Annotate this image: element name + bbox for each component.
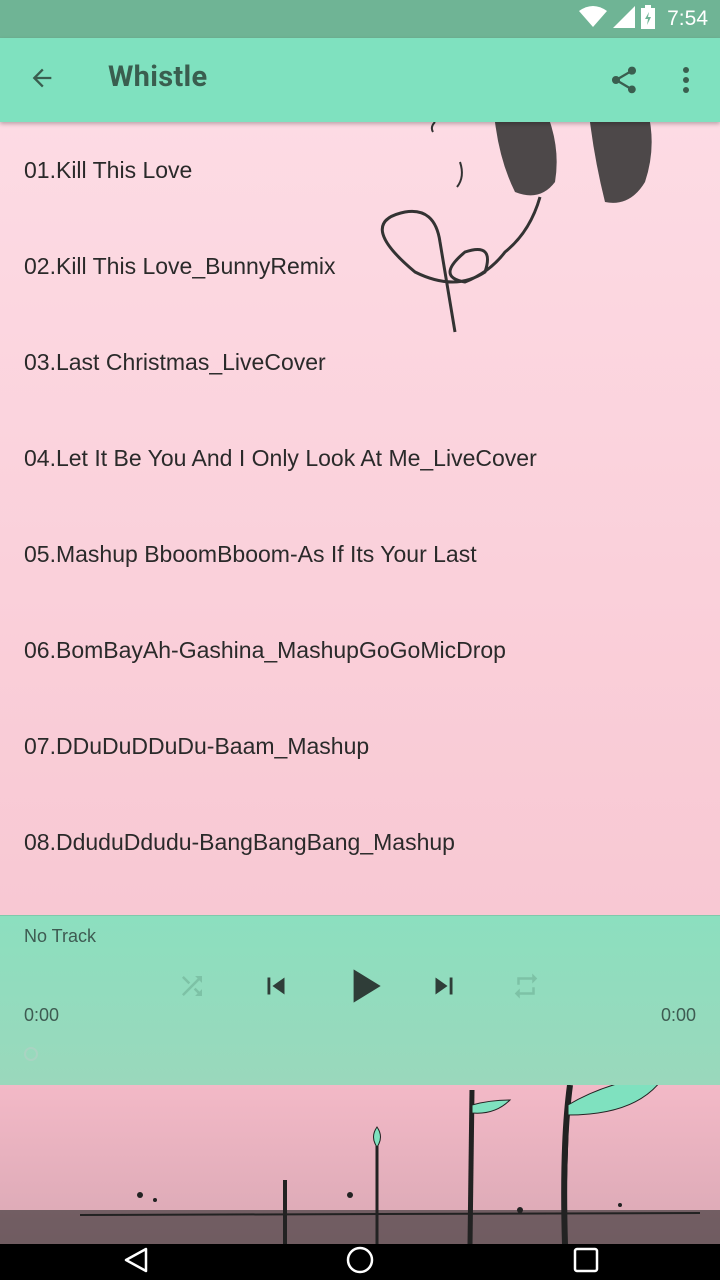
track-item[interactable]: 04.Let It Be You And I Only Look At Me_L… bbox=[0, 410, 720, 506]
track-item[interactable]: 03.Last Christmas_LiveCover bbox=[0, 314, 720, 410]
seek-bar-thumb[interactable] bbox=[24, 1047, 38, 1061]
track-title: 02.Kill This Love_BunnyRemix bbox=[24, 252, 336, 279]
track-title: 01.Kill This Love bbox=[24, 156, 193, 183]
track-title: 03.Last Christmas_LiveCover bbox=[24, 348, 326, 375]
status-time: 7:54 bbox=[667, 7, 708, 30]
bottom-illustration bbox=[0, 1085, 720, 1245]
track-item[interactable]: 06.BomBayAh-Gashina_MashupGoGoMicDrop bbox=[0, 602, 720, 698]
play-button[interactable] bbox=[336, 960, 392, 1016]
track-item[interactable]: 07.DDuDuDDuDu-Baam_Mashup bbox=[0, 698, 720, 794]
more-vertical-icon bbox=[682, 66, 690, 98]
nav-home-icon bbox=[345, 1245, 375, 1279]
track-list-container[interactable]: 01.Kill This Love 02.Kill This Love_Bunn… bbox=[0, 122, 720, 915]
repeat-icon bbox=[511, 971, 541, 1005]
nav-back-icon bbox=[122, 1246, 150, 1278]
back-button[interactable] bbox=[22, 60, 62, 100]
shuffle-button[interactable] bbox=[172, 968, 212, 1008]
track-title: 06.BomBayAh-Gashina_MashupGoGoMicDrop bbox=[24, 636, 506, 663]
status-icons: 7:54 bbox=[579, 5, 708, 33]
system-navigation-bar bbox=[0, 1244, 720, 1280]
share-icon bbox=[608, 64, 640, 100]
plants-illustration bbox=[0, 1085, 720, 1245]
more-options-button[interactable] bbox=[668, 60, 704, 104]
next-button[interactable] bbox=[422, 966, 466, 1010]
track-item[interactable]: 05.Mashup BboomBboom-As If Its Your Last bbox=[0, 506, 720, 602]
now-playing-label: No Track bbox=[24, 926, 97, 946]
track-title: 04.Let It Be You And I Only Look At Me_L… bbox=[24, 444, 537, 471]
play-icon bbox=[339, 961, 389, 1015]
elapsed-time: 0:00 bbox=[24, 1005, 60, 1025]
wifi-icon bbox=[579, 6, 608, 32]
skip-previous-icon bbox=[259, 969, 293, 1007]
track-item[interactable]: 02.Kill This Love_BunnyRemix bbox=[0, 218, 720, 314]
signal-icon bbox=[613, 6, 636, 32]
nav-recents-button[interactable] bbox=[556, 1244, 616, 1280]
track-list: 01.Kill This Love 02.Kill This Love_Bunn… bbox=[0, 122, 720, 890]
app-bar: Whistle bbox=[0, 38, 720, 122]
nav-recents-icon bbox=[573, 1247, 599, 1277]
previous-button[interactable] bbox=[254, 966, 298, 1010]
battery-icon bbox=[641, 5, 656, 33]
repeat-button[interactable] bbox=[506, 968, 546, 1008]
shuffle-icon bbox=[177, 971, 207, 1005]
track-title: 05.Mashup BboomBboom-As If Its Your Last bbox=[24, 540, 477, 567]
nav-back-button[interactable] bbox=[106, 1244, 166, 1280]
skip-next-icon bbox=[427, 969, 461, 1007]
arrow-left-icon bbox=[28, 64, 56, 96]
track-title: 08.DduduDdudu-BangBangBang_Mashup bbox=[24, 828, 455, 855]
track-item[interactable]: 08.DduduDdudu-BangBangBang_Mashup bbox=[0, 794, 720, 890]
music-player: No Track 0:00 0:00 bbox=[0, 915, 720, 1086]
track-title: 07.DDuDuDDuDu-Baam_Mashup bbox=[24, 732, 370, 759]
share-button[interactable] bbox=[602, 60, 646, 104]
page-title: Whistle bbox=[108, 60, 208, 94]
track-item[interactable]: 01.Kill This Love bbox=[0, 122, 720, 218]
nav-home-button[interactable] bbox=[330, 1244, 390, 1280]
total-duration: 0:00 bbox=[660, 1005, 696, 1025]
status-bar: 7:54 bbox=[0, 0, 720, 38]
